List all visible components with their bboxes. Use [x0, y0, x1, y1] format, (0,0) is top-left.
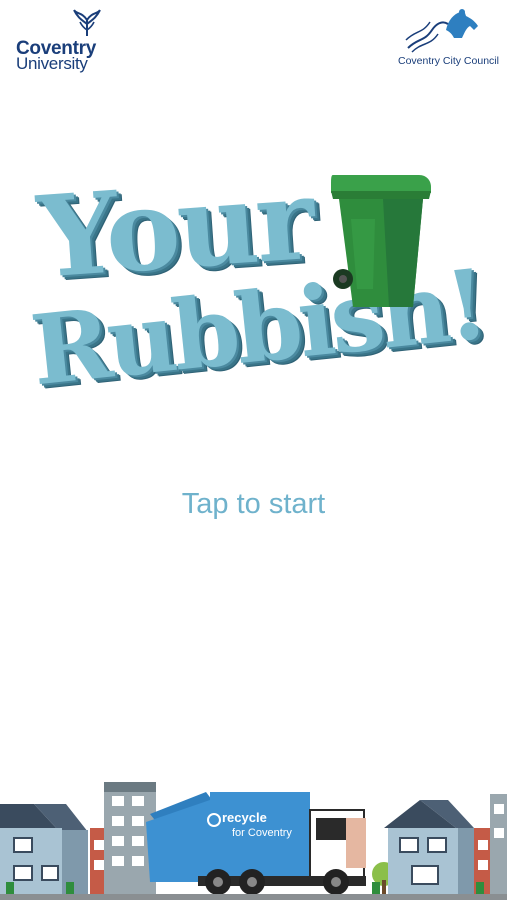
house-right	[384, 800, 474, 896]
game-title: Your Rubbish!	[20, 154, 490, 455]
council-name: Coventry City Council	[398, 55, 499, 67]
street-scene: recycle for Coventry	[0, 782, 507, 900]
phoenix-crest-icon	[73, 9, 101, 36]
coventry-university-logo: Coventry University	[14, 8, 106, 73]
truck-brand-line2: for Coventry	[232, 827, 292, 839]
horse-rider-icon	[405, 9, 478, 53]
university-name-line2: University	[16, 54, 88, 73]
truck-brand-line1: recycle	[222, 810, 267, 825]
coventry-city-council-logo: Coventry City Council	[398, 8, 502, 70]
green-wheelie-bin-icon	[331, 175, 431, 307]
recycling-truck: recycle for Coventry	[146, 792, 366, 895]
tap-to-start-button[interactable]: Tap to start	[0, 488, 507, 521]
